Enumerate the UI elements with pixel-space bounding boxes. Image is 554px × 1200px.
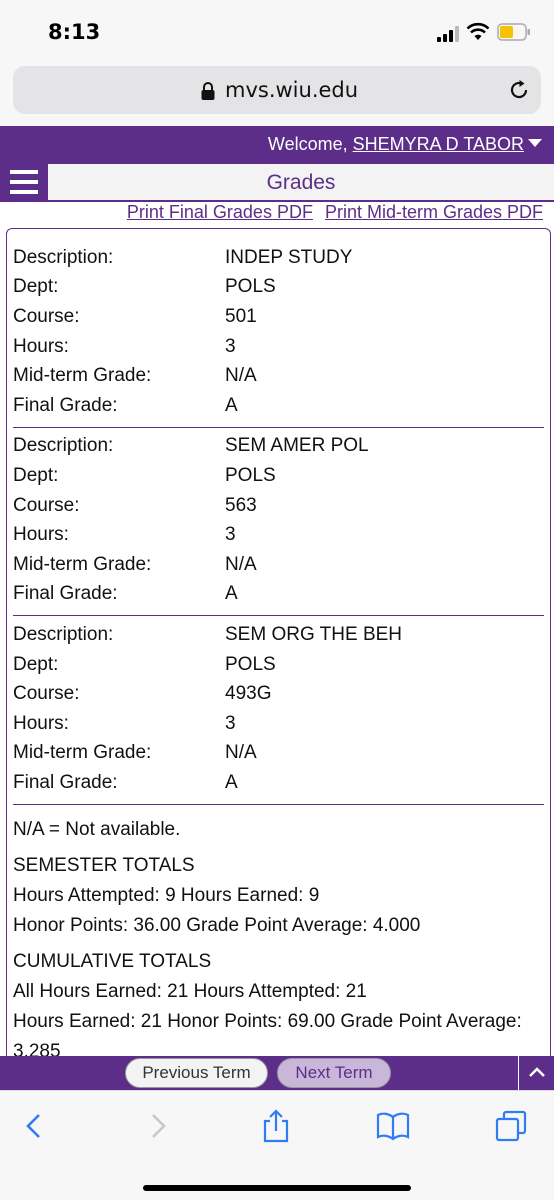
url-text: mvs.wiu.edu bbox=[225, 78, 359, 102]
final-grade-value: A bbox=[225, 394, 238, 416]
hours-value: 3 bbox=[225, 524, 236, 546]
description-label: Description: bbox=[13, 623, 114, 645]
term-nav-bar: Previous Term Next Term bbox=[0, 1056, 554, 1090]
title-box: Grades bbox=[48, 164, 554, 200]
forward-icon[interactable] bbox=[140, 1109, 174, 1143]
description-value: SEM ORG THE BEH bbox=[225, 623, 403, 645]
midterm-grade-value: N/A bbox=[225, 553, 257, 575]
status-time: 8:13 bbox=[48, 20, 101, 44]
description-label: Description: bbox=[13, 435, 114, 457]
final-grade-label: Final Grade: bbox=[13, 771, 118, 793]
status-bar: 8:13 bbox=[0, 0, 554, 62]
semester-totals-heading: SEMESTER TOTALS bbox=[13, 854, 195, 876]
description-value: SEM AMER POL bbox=[225, 435, 369, 457]
hours-label: Hours: bbox=[13, 524, 69, 546]
share-icon[interactable] bbox=[259, 1109, 293, 1143]
course-value: 493G bbox=[225, 683, 272, 705]
final-grade-value: A bbox=[225, 583, 238, 605]
hours-value: 3 bbox=[225, 335, 236, 357]
print-final-grades-link[interactable]: Print Final Grades PDF bbox=[127, 202, 313, 222]
wifi-icon bbox=[466, 22, 490, 40]
cumulative-totals-heading: CUMULATIVE TOTALS bbox=[13, 950, 212, 972]
menu-icon[interactable] bbox=[0, 162, 48, 202]
na-note: N/A = Not available. bbox=[13, 818, 181, 840]
final-grade-label: Final Grade: bbox=[13, 583, 118, 605]
description-label: Description: bbox=[13, 246, 114, 268]
grade-notes: N/A = Not available. SEMESTER TOTALS Hou… bbox=[7, 805, 550, 1067]
home-indicator bbox=[143, 1185, 411, 1191]
course-record: Description: INDEP STUDY Dept: POLS Course… bbox=[13, 229, 544, 428]
course-value: 501 bbox=[225, 305, 257, 327]
final-grade-value: A bbox=[225, 771, 238, 793]
lock-icon bbox=[201, 82, 215, 100]
dept-label: Dept: bbox=[13, 653, 59, 675]
print-midterm-grades-link[interactable]: Print Mid-term Grades PDF bbox=[325, 202, 543, 222]
dept-value: POLS bbox=[225, 276, 276, 298]
midterm-grade-value: N/A bbox=[225, 742, 257, 764]
user-menu[interactable]: Welcome, SHEMYRA D TABOR bbox=[268, 134, 542, 155]
course-value: 563 bbox=[225, 494, 257, 516]
caret-down-icon[interactable] bbox=[528, 139, 542, 147]
reload-icon[interactable] bbox=[507, 78, 531, 102]
cumulative-totals-line: All Hours Earned: 21 Hours Attempted: 21 bbox=[13, 980, 367, 1002]
dept-value: POLS bbox=[225, 464, 276, 486]
dept-label: Dept: bbox=[13, 464, 59, 486]
welcome-bar: Welcome, SHEMYRA D TABOR bbox=[0, 126, 554, 162]
bookmarks-icon[interactable] bbox=[376, 1109, 410, 1143]
page-title: Grades bbox=[266, 171, 336, 194]
grades-panel: Description: INDEP STUDY Dept: POLS Course… bbox=[6, 228, 551, 1068]
nav-bar: Grades bbox=[0, 162, 554, 202]
chevron-up-icon bbox=[529, 1067, 545, 1077]
welcome-text: Welcome, bbox=[267, 134, 353, 154]
midterm-grade-label: Mid-term Grade: bbox=[13, 742, 152, 764]
scroll-to-top-button[interactable] bbox=[518, 1056, 554, 1090]
user-name-link[interactable]: SHEMYRA D TABOR bbox=[353, 134, 524, 154]
cellular-signal-icon bbox=[437, 26, 459, 42]
semester-totals-line: Hours Attempted: 9 Hours Earned: 9 bbox=[13, 884, 320, 906]
dept-value: POLS bbox=[225, 653, 276, 675]
tabs-icon[interactable] bbox=[494, 1109, 528, 1143]
course-label: Course: bbox=[13, 683, 80, 705]
address-bar[interactable]: mvs.wiu.edu bbox=[13, 66, 541, 114]
course-record: Description: SEM AMER POL Dept: POLS Cours… bbox=[13, 428, 544, 617]
dept-label: Dept: bbox=[13, 276, 59, 298]
course-label: Course: bbox=[13, 494, 80, 516]
semester-totals-line: Honor Points: 36.00 Grade Point Average:… bbox=[13, 914, 421, 936]
browser-toolbar bbox=[0, 1090, 554, 1200]
midterm-grade-label: Mid-term Grade: bbox=[13, 365, 152, 387]
hours-label: Hours: bbox=[13, 335, 69, 357]
description-value: INDEP STUDY bbox=[225, 246, 353, 268]
midterm-grade-value: N/A bbox=[225, 365, 257, 387]
battery-icon bbox=[497, 23, 530, 41]
next-term-button[interactable]: Next Term bbox=[277, 1058, 391, 1088]
hours-value: 3 bbox=[225, 712, 236, 734]
previous-term-button[interactable]: Previous Term bbox=[125, 1058, 268, 1088]
midterm-grade-label: Mid-term Grade: bbox=[13, 553, 152, 575]
course-record: Description: SEM ORG THE BEH Dept: POLS Co… bbox=[13, 616, 544, 805]
back-icon[interactable] bbox=[18, 1109, 52, 1143]
final-grade-label: Final Grade: bbox=[13, 394, 118, 416]
pdf-links: Print Final Grades PDF Print Mid-term Gra… bbox=[115, 202, 543, 223]
course-label: Course: bbox=[13, 305, 80, 327]
browser-address-area: mvs.wiu.edu bbox=[0, 62, 554, 126]
hours-label: Hours: bbox=[13, 712, 69, 734]
